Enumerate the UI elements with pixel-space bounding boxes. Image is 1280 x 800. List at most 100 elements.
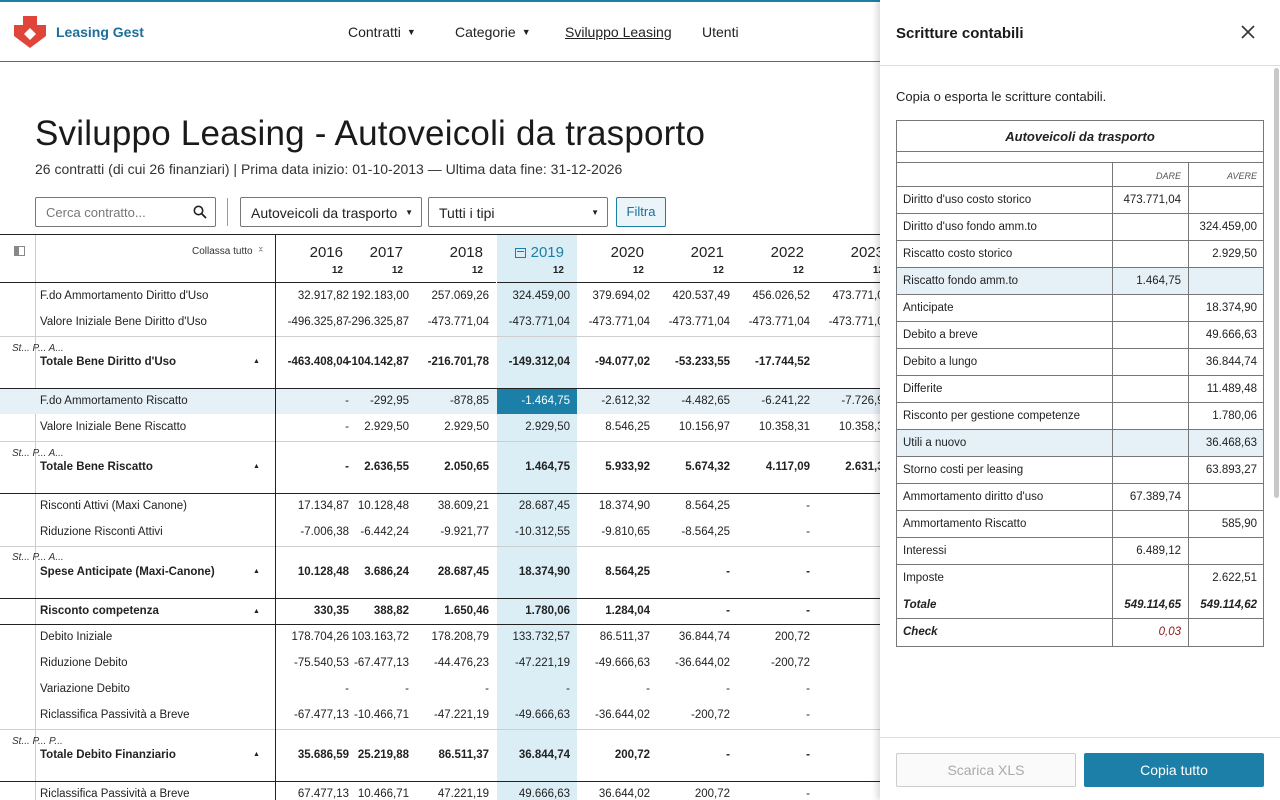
table-row[interactable]: Valore Iniziale Bene Diritto d'Uso -496.3…	[0, 310, 880, 335]
table-row[interactable]: Risconto competenza ▲ 330,35 388,82 1.650,46…	[0, 599, 880, 624]
table-cell[interactable]: 2.929,50	[416, 415, 496, 440]
table-cell[interactable]: -149.312,04	[497, 336, 577, 388]
table-cell[interactable]: -	[657, 546, 737, 598]
table-cell[interactable]: 257.069,26	[416, 284, 496, 309]
table-cell[interactable]: 10.358,31	[737, 415, 817, 440]
table-cell[interactable]: -	[737, 546, 817, 598]
table-row[interactable]: Spese Anticipate (Maxi-Canone) ▲ 10.128,48…	[0, 546, 880, 598]
table-cell[interactable]	[817, 782, 880, 800]
table-row[interactable]: Variazione Debito - - - - - - -	[0, 677, 880, 702]
table-row[interactable]: Risconti Attivi (Maxi Canone) 17.134,87 10…	[0, 494, 880, 519]
table-cell[interactable]: -94.077,02	[577, 336, 657, 388]
table-cell[interactable]: 47.221,19	[416, 782, 496, 800]
table-cell[interactable]: -36.644,02	[657, 651, 737, 676]
table-cell[interactable]: -8.564,25	[657, 520, 737, 545]
year-header-2019[interactable]: 2019 12	[497, 235, 577, 283]
table-cell[interactable]: 324.459,00	[497, 284, 577, 309]
table-cell[interactable]: 456.026,52	[737, 284, 817, 309]
table-row[interactable]: Riclassifica Passività a Breve -67.477,13…	[0, 703, 880, 728]
table-cell[interactable]: -	[737, 494, 817, 519]
table-cell[interactable]: 1.284,04	[577, 599, 657, 624]
table-cell[interactable]: -6.442,24	[336, 520, 416, 545]
table-cell[interactable]: -2.612,32	[577, 389, 657, 414]
table-cell[interactable]: 4.117,09	[737, 441, 817, 493]
collapse-chevrons-icon[interactable]: ⌄ ⌃	[257, 242, 265, 258]
table-cell[interactable]: -473.771,04	[737, 310, 817, 335]
table-cell[interactable]: 2.636,55	[336, 441, 416, 493]
table-cell[interactable]: 2.929,50	[336, 415, 416, 440]
table-cell[interactable]: -6.241,22	[737, 389, 817, 414]
collapse-triangle-icon[interactable]: ▲	[253, 599, 260, 624]
collapse-all-button[interactable]: Collassa tutto	[192, 246, 253, 257]
table-cell[interactable]: 86.511,37	[416, 729, 496, 781]
table-cell[interactable]: 38.609,21	[416, 494, 496, 519]
table-cell[interactable]: 420.537,49	[657, 284, 737, 309]
table-row[interactable]: Totale Bene Diritto d'Uso ▲ -463.408,04 -10…	[0, 336, 880, 388]
table-row[interactable]: Riduzione Risconti Attivi -7.006,38 -6.442…	[0, 520, 880, 545]
year-header-2018[interactable]: 2018 12	[416, 235, 496, 283]
table-cell[interactable]: -9.921,77	[416, 520, 496, 545]
table-cell[interactable]: 18.374,90	[577, 494, 657, 519]
table-cell[interactable]: 200,72	[657, 782, 737, 800]
table-cell[interactable]: 3.686,24	[336, 546, 416, 598]
table-cell[interactable]	[817, 625, 880, 650]
collapse-triangle-icon[interactable]: ▲	[253, 546, 260, 598]
table-cell[interactable]: 25.219,88	[336, 729, 416, 781]
table-cell[interactable]: 49.666,63	[497, 782, 577, 800]
table-cell[interactable]	[817, 494, 880, 519]
table-cell[interactable]: -	[416, 677, 496, 702]
table-cell[interactable]: -878,85	[416, 389, 496, 414]
table-cell[interactable]: -473.771,04	[416, 310, 496, 335]
table-cell[interactable]: 2.929,50	[497, 415, 577, 440]
table-cell[interactable]: -4.482,65	[657, 389, 737, 414]
type-select[interactable]: Tutti i tipi ▼	[428, 197, 608, 227]
table-cell[interactable]: 10.466,71	[336, 782, 416, 800]
table-cell[interactable]: 28.687,45	[497, 494, 577, 519]
table-cell[interactable]: 10.156,97	[657, 415, 737, 440]
table-cell[interactable]: 28.687,45	[416, 546, 496, 598]
table-cell[interactable]: 36.844,74	[497, 729, 577, 781]
table-cell[interactable]	[817, 729, 880, 781]
table-cell[interactable]	[817, 677, 880, 702]
table-cell[interactable]	[817, 520, 880, 545]
download-xls-button[interactable]: Scarica XLS	[896, 753, 1076, 787]
table-cell[interactable]: 103.163,72	[336, 625, 416, 650]
table-cell[interactable]: 8.546,25	[577, 415, 657, 440]
table-cell[interactable]: -	[737, 520, 817, 545]
table-cell[interactable]: 1.464,75	[497, 441, 577, 493]
table-row[interactable]: Debito Iniziale 178.704,26 103.163,72 178.2…	[0, 625, 880, 650]
table-cell[interactable]	[817, 651, 880, 676]
table-row[interactable]: Valore Iniziale Bene Riscatto -2.929,50 2.…	[0, 415, 880, 440]
table-cell[interactable]: -	[336, 677, 416, 702]
collapse-triangle-icon[interactable]: ▲	[253, 441, 260, 493]
nav-categorie[interactable]: Categorie ▼	[455, 24, 531, 40]
table-cell[interactable]: -36.644,02	[577, 703, 657, 728]
table-cell[interactable]: -1.464,75	[497, 389, 577, 414]
table-cell[interactable]: 2.631,33	[817, 441, 880, 493]
table-cell[interactable]: -216.701,78	[416, 336, 496, 388]
table-row[interactable]: Totale Debito Finanziario ▲ 35.686,59 25.21…	[0, 729, 880, 781]
table-cell[interactable]: 1.780,06	[497, 599, 577, 624]
close-icon[interactable]	[1238, 22, 1258, 42]
table-cell[interactable]: -296.325,87	[336, 310, 416, 335]
table-row[interactable]: Totale Bene Riscatto ▲ -2.636,55 2.050,65 1.…	[0, 441, 880, 493]
table-cell[interactable]: -473.771,04	[657, 310, 737, 335]
filter-button[interactable]: Filtra	[616, 197, 666, 227]
nav-contratti[interactable]: Contratti ▼	[348, 24, 416, 40]
table-cell[interactable]: 2.050,65	[416, 441, 496, 493]
table-cell[interactable]: -	[737, 677, 817, 702]
table-cell[interactable]: -49.666,63	[577, 651, 657, 676]
table-cell[interactable]: 10.358,31	[817, 415, 880, 440]
table-cell[interactable]: -47.221,19	[497, 651, 577, 676]
year-header-2022[interactable]: 2022 12	[737, 235, 817, 283]
table-cell[interactable]: -	[657, 729, 737, 781]
search-input[interactable]	[36, 198, 186, 226]
table-cell[interactable]: 133.732,57	[497, 625, 577, 650]
table-cell[interactable]: -473.771,04	[497, 310, 577, 335]
search-icon[interactable]	[193, 205, 207, 219]
table-cell[interactable]: 86.511,37	[577, 625, 657, 650]
year-header-2023[interactable]: 2023 12	[817, 235, 880, 283]
table-cell[interactable]: -53.233,55	[657, 336, 737, 388]
table-cell[interactable]: -67.477,13	[336, 651, 416, 676]
table-row[interactable]: Riduzione Debito -75.540,53 -67.477,13 -44.…	[0, 651, 880, 676]
